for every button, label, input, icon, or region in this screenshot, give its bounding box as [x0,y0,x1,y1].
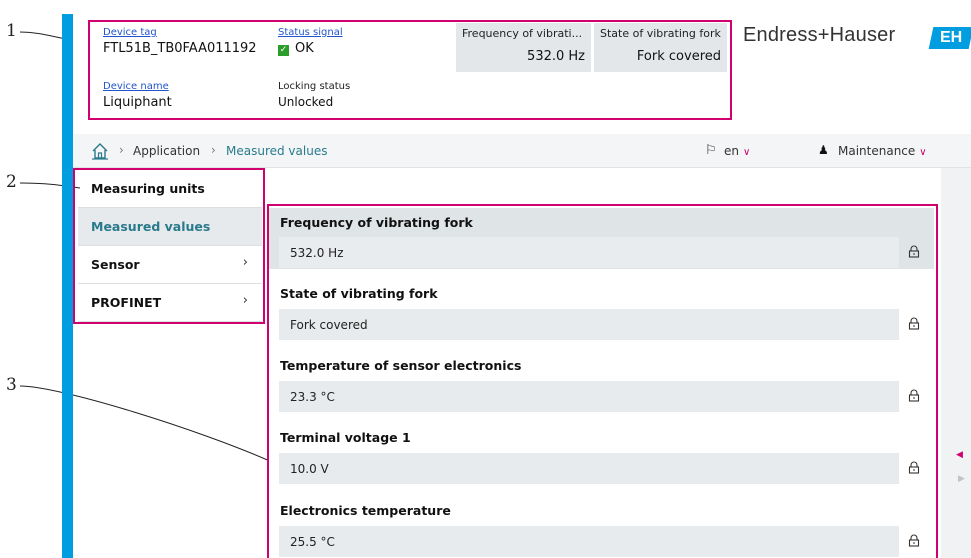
callout-3: 3 [6,375,17,395]
parameter-value-field[interactable]: 532.0 Hz [279,237,899,268]
callout-1: 1 [6,21,17,41]
parameter-value-field[interactable]: 10.0 V [279,453,899,484]
breadcrumb: › Application › Measured values ⚐ en ∨ ♟ … [73,134,971,168]
parameter-label: Temperature of sensor electronics [280,358,522,373]
sidebar-item-label: Sensor [91,257,140,272]
status-signal-label[interactable]: Status signal [278,27,343,38]
lock-icon [908,461,920,474]
breadcrumb-measured-values[interactable]: Measured values [226,144,327,158]
sidebar-item-measured-values[interactable]: Measured values [78,208,262,246]
left-accent-bar [62,14,73,558]
check-icon: ✓ [278,45,289,56]
sidebar-item-label: PROFINET [91,295,162,310]
locking-status-value: Unlocked [278,95,334,109]
user-role-selector[interactable]: Maintenance ∨ [838,144,927,158]
parameter-label: Frequency of vibrating fork [280,215,473,230]
status-signal-field: Status signal ✓ OK [278,27,343,56]
home-icon[interactable] [91,142,109,160]
device-tag-value: FTL51B_TB0FAA011192 [103,41,257,56]
app-page: 1 2 3 Device tag FTL51B_TB0FAA011192 Sta… [0,0,971,558]
sidebar-item-label: Measured values [91,219,211,234]
device-name-value: Liquiphant [103,95,172,110]
callout-2: 2 [6,172,17,192]
user-icon: ♟ [818,143,829,157]
eh-logo: EH [928,27,971,49]
expand-panel-icon[interactable]: ◀ [956,450,963,460]
flag-icon: ⚐ [705,143,717,158]
device-header: Device tag FTL51B_TB0FAA011192 Status si… [73,14,971,144]
locking-status-field: Locking status Unlocked [278,81,350,109]
fork-state-header-box: State of vibrating fork Fork covered [594,23,727,72]
device-tag-label[interactable]: Device tag [103,27,257,38]
frequency-header-value: 532.0 Hz [527,49,585,64]
collapse-panel-icon[interactable]: ▶ [958,474,965,484]
parameter-label: State of vibrating fork [280,286,438,301]
breadcrumb-application[interactable]: Application [133,144,200,158]
lock-icon [908,389,920,402]
sidebar-item-measuring-units[interactable]: Measuring units [78,170,262,208]
fork-state-header-value: Fork covered [636,49,721,64]
right-panel-strip [941,168,971,558]
parameter-value-field[interactable]: 25.5 °C [279,526,899,557]
parameter-value-field[interactable]: 23.3 °C [279,381,899,412]
lock-icon [908,245,920,258]
lock-icon [908,534,920,547]
frequency-header-title: Frequency of vibrati... [462,27,583,40]
device-name-label[interactable]: Device name [103,81,172,92]
breadcrumb-separator: › [119,143,124,157]
brand-name: Endress+Hauser [743,24,896,46]
chevron-down-icon: ∨ [919,147,927,158]
sidebar-item-sensor[interactable]: Sensor › [78,246,262,284]
status-signal-value: OK [295,41,314,56]
frequency-header-box: Frequency of vibrati... 532.0 Hz [456,23,591,72]
language-selector[interactable]: en ∨ [724,144,750,158]
chevron-right-icon: › [242,293,248,308]
parameter-label: Terminal voltage 1 [280,430,411,445]
device-name-field: Device name Liquiphant [103,81,172,110]
breadcrumb-separator: › [211,143,216,157]
chevron-right-icon: › [242,255,248,270]
locking-status-label: Locking status [278,81,351,92]
device-tag-field: Device tag FTL51B_TB0FAA011192 [103,27,257,56]
fork-state-header-title: State of vibrating fork [600,27,721,40]
sidebar-item-profinet[interactable]: PROFINET › [78,284,262,322]
lock-icon [908,317,920,330]
sidebar-item-label: Measuring units [91,181,205,196]
parameter-value-field[interactable]: Fork covered [279,309,899,340]
chevron-down-icon: ∨ [743,147,751,158]
parameter-label: Electronics temperature [280,503,451,518]
